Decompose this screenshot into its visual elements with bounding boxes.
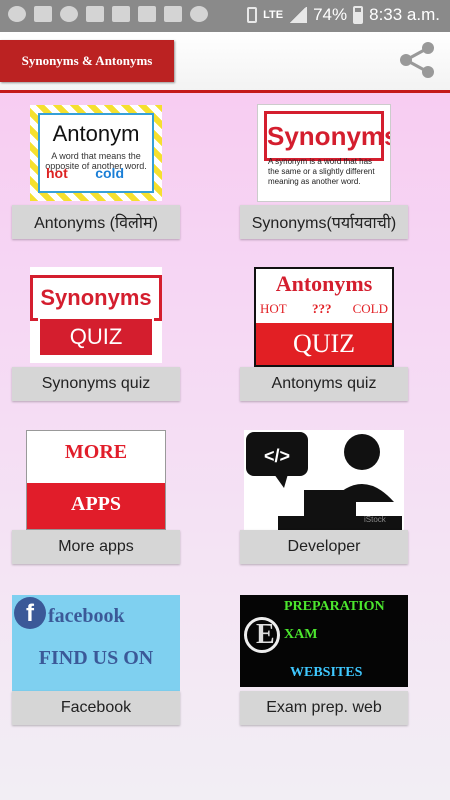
thumb-quiz: QUIZ [256, 323, 392, 365]
developer-thumbnail[interactable]: </> iStock [244, 430, 404, 530]
wifi-icon [190, 6, 208, 22]
tile-synonyms[interactable]: Synonyms A synonym is a word that has th… [240, 105, 408, 239]
facebook-button[interactable]: Facebook [12, 691, 180, 725]
thumb-hot: hot [46, 165, 68, 181]
synonyms-quiz-thumbnail[interactable]: Synonyms QUIZ [30, 267, 162, 363]
developer-illustration: </> iStock [246, 432, 402, 530]
tile-synonyms-quiz[interactable]: Synonyms QUIZ Synonyms quiz [12, 267, 180, 401]
thumb-text: A synonym is a word that has the same or… [268, 157, 375, 186]
thumb-cold: cold [95, 165, 124, 181]
chat-icon [8, 6, 26, 22]
watermark: iStock [364, 515, 387, 524]
quiz-title-band: Synonyms [30, 275, 162, 321]
share-icon[interactable] [398, 40, 438, 80]
thumb-more: MORE [64, 441, 128, 463]
thumb-preparation: PREPARATION [284, 599, 385, 614]
thumb-title: Synonyms [40, 285, 152, 310]
facebook-thumbnail[interactable]: f facebook FIND US ON [12, 595, 180, 691]
antonym-thumbnail[interactable]: Antonym A word that means the opposite o… [30, 105, 162, 201]
antonyms-quiz-button[interactable]: Antonyms quiz [240, 367, 408, 401]
synonyms-band: Synonyms [264, 111, 390, 161]
thumb-hot: HOT [260, 301, 287, 316]
signal-icon [289, 7, 308, 23]
tile-more-apps[interactable]: MORE APPS More apps [12, 430, 180, 564]
exam-prep-button[interactable]: Exam prep. web [240, 691, 408, 725]
network-type: LTE [263, 9, 284, 21]
tile-antonyms[interactable]: Antonym A word that means the opposite o… [12, 105, 180, 239]
developer-button[interactable]: Developer [240, 530, 408, 564]
battery-icon [353, 6, 364, 24]
apps-band: APPS [27, 483, 165, 529]
gmail-icon [86, 6, 104, 22]
thumb-xam: XAM [284, 627, 318, 642]
synonyms-button[interactable]: Synonyms(पर्यायवाची) [240, 205, 408, 239]
exam-prep-thumbnail[interactable]: PREPARATION E XAM WEBSITES [240, 595, 408, 687]
thumb-quiz: QUIZ [38, 317, 154, 357]
youtube-icon [164, 6, 182, 22]
sim-icon [247, 7, 258, 23]
status-bar: LTE 74% 8:33 a.m. [0, 0, 450, 32]
tile-developer[interactable]: </> iStock Developer [240, 430, 408, 564]
thumb-find-us: FIND US ON [38, 647, 154, 669]
antonyms-quiz-thumbnail[interactable]: Antonyms HOT ??? COLD QUIZ [254, 267, 394, 367]
antonym-card: Antonym A word that means the opposite o… [38, 113, 154, 193]
thumb-apps: APPS [71, 493, 121, 515]
more-apps-thumbnail[interactable]: MORE APPS [26, 430, 166, 530]
code-glyph: </> [264, 446, 290, 466]
antonyms-button[interactable]: Antonyms (विलोम) [12, 205, 180, 239]
app-bar: Synonyms & Antonyms [0, 32, 450, 93]
thumb-cold: COLD [352, 301, 388, 316]
tile-exam-prep[interactable]: PREPARATION E XAM WEBSITES Exam prep. we… [240, 595, 408, 729]
thumb-title: Synonyms [267, 121, 390, 151]
tile-facebook[interactable]: f facebook FIND US ON Facebook [12, 595, 180, 729]
image-icon [34, 6, 52, 22]
map-icon [60, 6, 78, 22]
ltx-icon [138, 6, 156, 22]
thumb-marks: ??? [312, 301, 332, 316]
synonyms-quiz-button[interactable]: Synonyms quiz [12, 367, 180, 401]
synonyms-thumbnail[interactable]: Synonyms A synonym is a word that has th… [258, 105, 390, 201]
facebook-icon: f [14, 597, 46, 629]
tile-antonyms-quiz[interactable]: Antonyms HOT ??? COLD QUIZ Antonyms quiz [240, 267, 408, 401]
thumb-title: Antonym [52, 121, 140, 146]
thumb-e-letter: E [256, 619, 275, 650]
battery-percent: 74% [313, 5, 348, 24]
thumb-websites: WEBSITES [290, 665, 363, 680]
notification-icons [8, 6, 208, 22]
thumb-facebook: facebook [48, 605, 125, 627]
more-apps-button[interactable]: More apps [12, 530, 180, 564]
gmail-icon [112, 6, 130, 22]
thumb-title: Antonyms [275, 271, 373, 296]
clock: 8:33 a.m. [369, 5, 440, 24]
app-title: Synonyms & Antonyms [0, 40, 174, 82]
